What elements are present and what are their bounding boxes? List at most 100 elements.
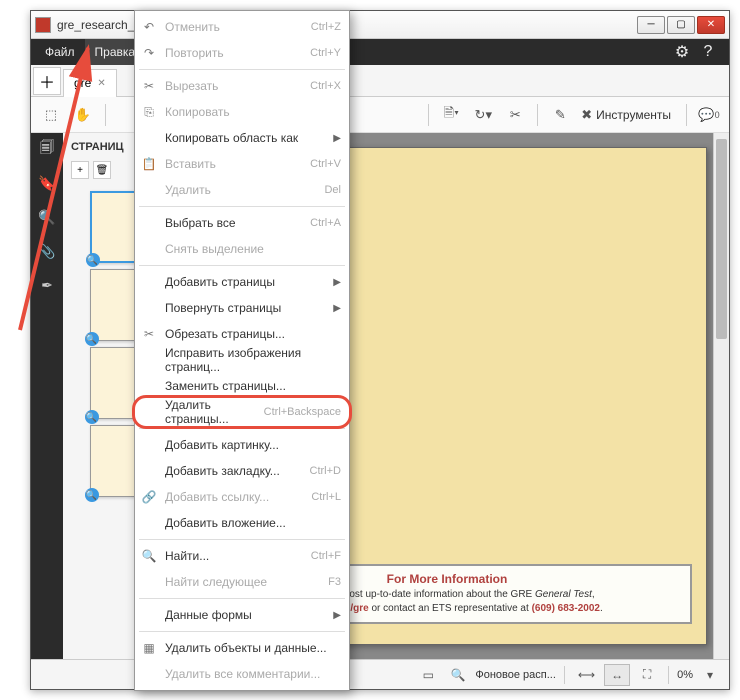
separator — [668, 666, 669, 684]
menu-item[interactable]: Добавить закладку... Ctrl+D — [135, 458, 349, 484]
magnify-icon: 🔍 — [85, 332, 99, 346]
menu-item[interactable]: ✂ Обрезать страницы... — [135, 321, 349, 347]
menu-item-label: Найти... — [165, 549, 209, 563]
separator — [564, 666, 565, 684]
document-tab[interactable]: gre ✕ — [63, 69, 117, 97]
menu-item[interactable]: ▦Удалить объекты и данные... — [135, 635, 349, 661]
status-fit-label[interactable]: Фоновое расп... — [475, 669, 556, 681]
tab-close-icon[interactable]: ✕ — [97, 78, 105, 89]
menu-item: ⎘Копировать — [135, 99, 349, 125]
tool-select[interactable]: ⬚ — [37, 102, 65, 128]
thumb-delete-icon[interactable]: 🗑 — [93, 161, 111, 179]
app-icon — [35, 17, 51, 33]
tool-rotate[interactable]: ↻▾ — [469, 102, 497, 128]
menu-item-label: Снять выделение — [165, 242, 264, 256]
status-layout-icon[interactable]: ▭ — [415, 664, 441, 686]
status-fit-page-icon[interactable]: ↔ — [604, 664, 630, 686]
menu-item: 📋ВставитьCtrl+V — [135, 151, 349, 177]
menu-item: Снять выделение — [135, 236, 349, 262]
new-tab-button[interactable]: ＋ — [33, 67, 61, 95]
magnify-icon: 🔍 — [85, 488, 99, 502]
menu-item: Удалить Del — [135, 177, 349, 203]
menu-item-label: Добавить картинку... — [165, 438, 279, 452]
tool-tools[interactable]: ✖ Инструменты — [578, 102, 678, 128]
menu-item[interactable]: Копировать область как▶ — [135, 125, 349, 151]
maximize-button[interactable]: ▢ — [667, 16, 695, 34]
menu-item-label: Обрезать страницы... — [165, 327, 285, 341]
menu-item[interactable]: 🔍Найти...Ctrl+F — [135, 543, 349, 569]
menu-item[interactable]: Заменить страницы... — [135, 373, 349, 399]
menu-item[interactable]: Исправить изображения страниц... — [135, 347, 349, 373]
menu-item-shortcut: Del — [324, 184, 341, 196]
menu-separator — [139, 598, 345, 599]
menu-item-icon: ✂ — [141, 326, 157, 342]
menu-file[interactable]: Файл — [35, 39, 85, 65]
menu-item-shortcut: Ctrl+F — [311, 550, 341, 562]
menu-item[interactable]: Добавить страницы▶ — [135, 269, 349, 295]
menu-item-label: Заменить страницы... — [165, 379, 286, 393]
menu-item-shortcut: F3 — [328, 576, 341, 588]
zoom-dropdown-icon[interactable]: ▾ — [697, 664, 723, 686]
menu-item-shortcut: Ctrl+A — [310, 217, 341, 229]
tool-comment[interactable]: 💬0 — [695, 102, 723, 128]
menu-separator — [139, 265, 345, 266]
menu-item-icon: ✂ — [141, 78, 157, 94]
tool-edit[interactable]: ✎ — [546, 102, 574, 128]
attachments-icon[interactable]: 📎 — [37, 241, 57, 261]
thumb-add-icon[interactable]: + — [71, 161, 89, 179]
help-icon[interactable]: ? — [699, 43, 717, 61]
close-button[interactable]: ✕ — [697, 16, 725, 34]
menu-item-shortcut: Ctrl+Backspace — [264, 406, 341, 418]
scrollbar-thumb[interactable] — [716, 139, 727, 339]
tool-hand[interactable]: ✋ — [69, 102, 97, 128]
menu-separator — [139, 631, 345, 632]
status-fullscreen-icon[interactable]: ⛶ — [634, 664, 660, 686]
menu-item: ↷ПовторитьCtrl+Y — [135, 40, 349, 66]
tool-crop[interactable]: ✂ — [501, 102, 529, 128]
settings-icon[interactable]: ⚙ — [673, 43, 691, 61]
menu-item-label: Найти следующее — [165, 575, 267, 589]
tool-add-page[interactable]: 🗎▾ — [437, 102, 465, 128]
menu-item-label: Копировать область как — [165, 131, 298, 145]
menu-item[interactable]: Данные формы▶ — [135, 602, 349, 628]
menu-item-icon: ⎘ — [141, 104, 157, 120]
menu-item[interactable]: Выбрать всеCtrl+A — [135, 210, 349, 236]
menu-separator — [139, 539, 345, 540]
menu-item-shortcut: Ctrl+D — [310, 465, 341, 477]
sidebar-rail: 🗐 🔖 🔍 📎 ✒ — [31, 133, 63, 659]
menu-item[interactable]: Добавить вложение... — [135, 510, 349, 536]
vertical-scrollbar[interactable] — [713, 133, 729, 659]
separator — [428, 104, 429, 126]
menu-item: Найти следующее F3 — [135, 569, 349, 595]
menu-item-icon: 🔗 — [141, 489, 157, 505]
menu-item: Удалить все комментарии... — [135, 661, 349, 687]
menu-item-icon: 📋 — [141, 156, 157, 172]
menu-item-icon: ↶ — [141, 19, 157, 35]
menu-item-label: Добавить вложение... — [165, 516, 286, 530]
menu-separator — [139, 206, 345, 207]
status-fit-width-icon[interactable]: ⟷ — [573, 664, 600, 686]
thumbnails-icon[interactable]: 🗐 — [37, 139, 57, 159]
magnify-icon: 🔍 — [86, 253, 100, 267]
menu-item: 🔗 Добавить ссылку... Ctrl+L — [135, 484, 349, 510]
menu-item-shortcut: Ctrl+L — [311, 491, 341, 503]
menu-item-label: Исправить изображения страниц... — [165, 346, 341, 374]
minimize-button[interactable]: ─ — [637, 16, 665, 34]
menu-item-label: Удалить — [165, 183, 211, 197]
menu-item-label: Вставить — [165, 157, 216, 171]
menu-item-label: Удалить все комментарии... — [165, 667, 320, 681]
menu-item-label: Добавить закладку... — [165, 464, 280, 478]
bookmarks-icon[interactable]: 🔖 — [37, 173, 57, 193]
signatures-icon[interactable]: ✒ — [37, 275, 57, 295]
status-fit-icon[interactable]: 🔍 — [445, 664, 471, 686]
menu-item-label: Добавить ссылку... — [165, 490, 269, 504]
menu-separator — [139, 69, 345, 70]
menu-item[interactable]: Удалить страницы...Ctrl+Backspace — [135, 399, 349, 425]
menu-item[interactable]: Добавить картинку... — [135, 432, 349, 458]
menu-item[interactable]: Повернуть страницы▶ — [135, 295, 349, 321]
zoom-value[interactable]: 0% — [677, 669, 693, 681]
magnify-icon: 🔍 — [85, 410, 99, 424]
menu-item-label: Удалить страницы... — [165, 398, 264, 426]
search-icon[interactable]: 🔍 — [37, 207, 57, 227]
tools-label: Инструменты — [592, 108, 675, 122]
